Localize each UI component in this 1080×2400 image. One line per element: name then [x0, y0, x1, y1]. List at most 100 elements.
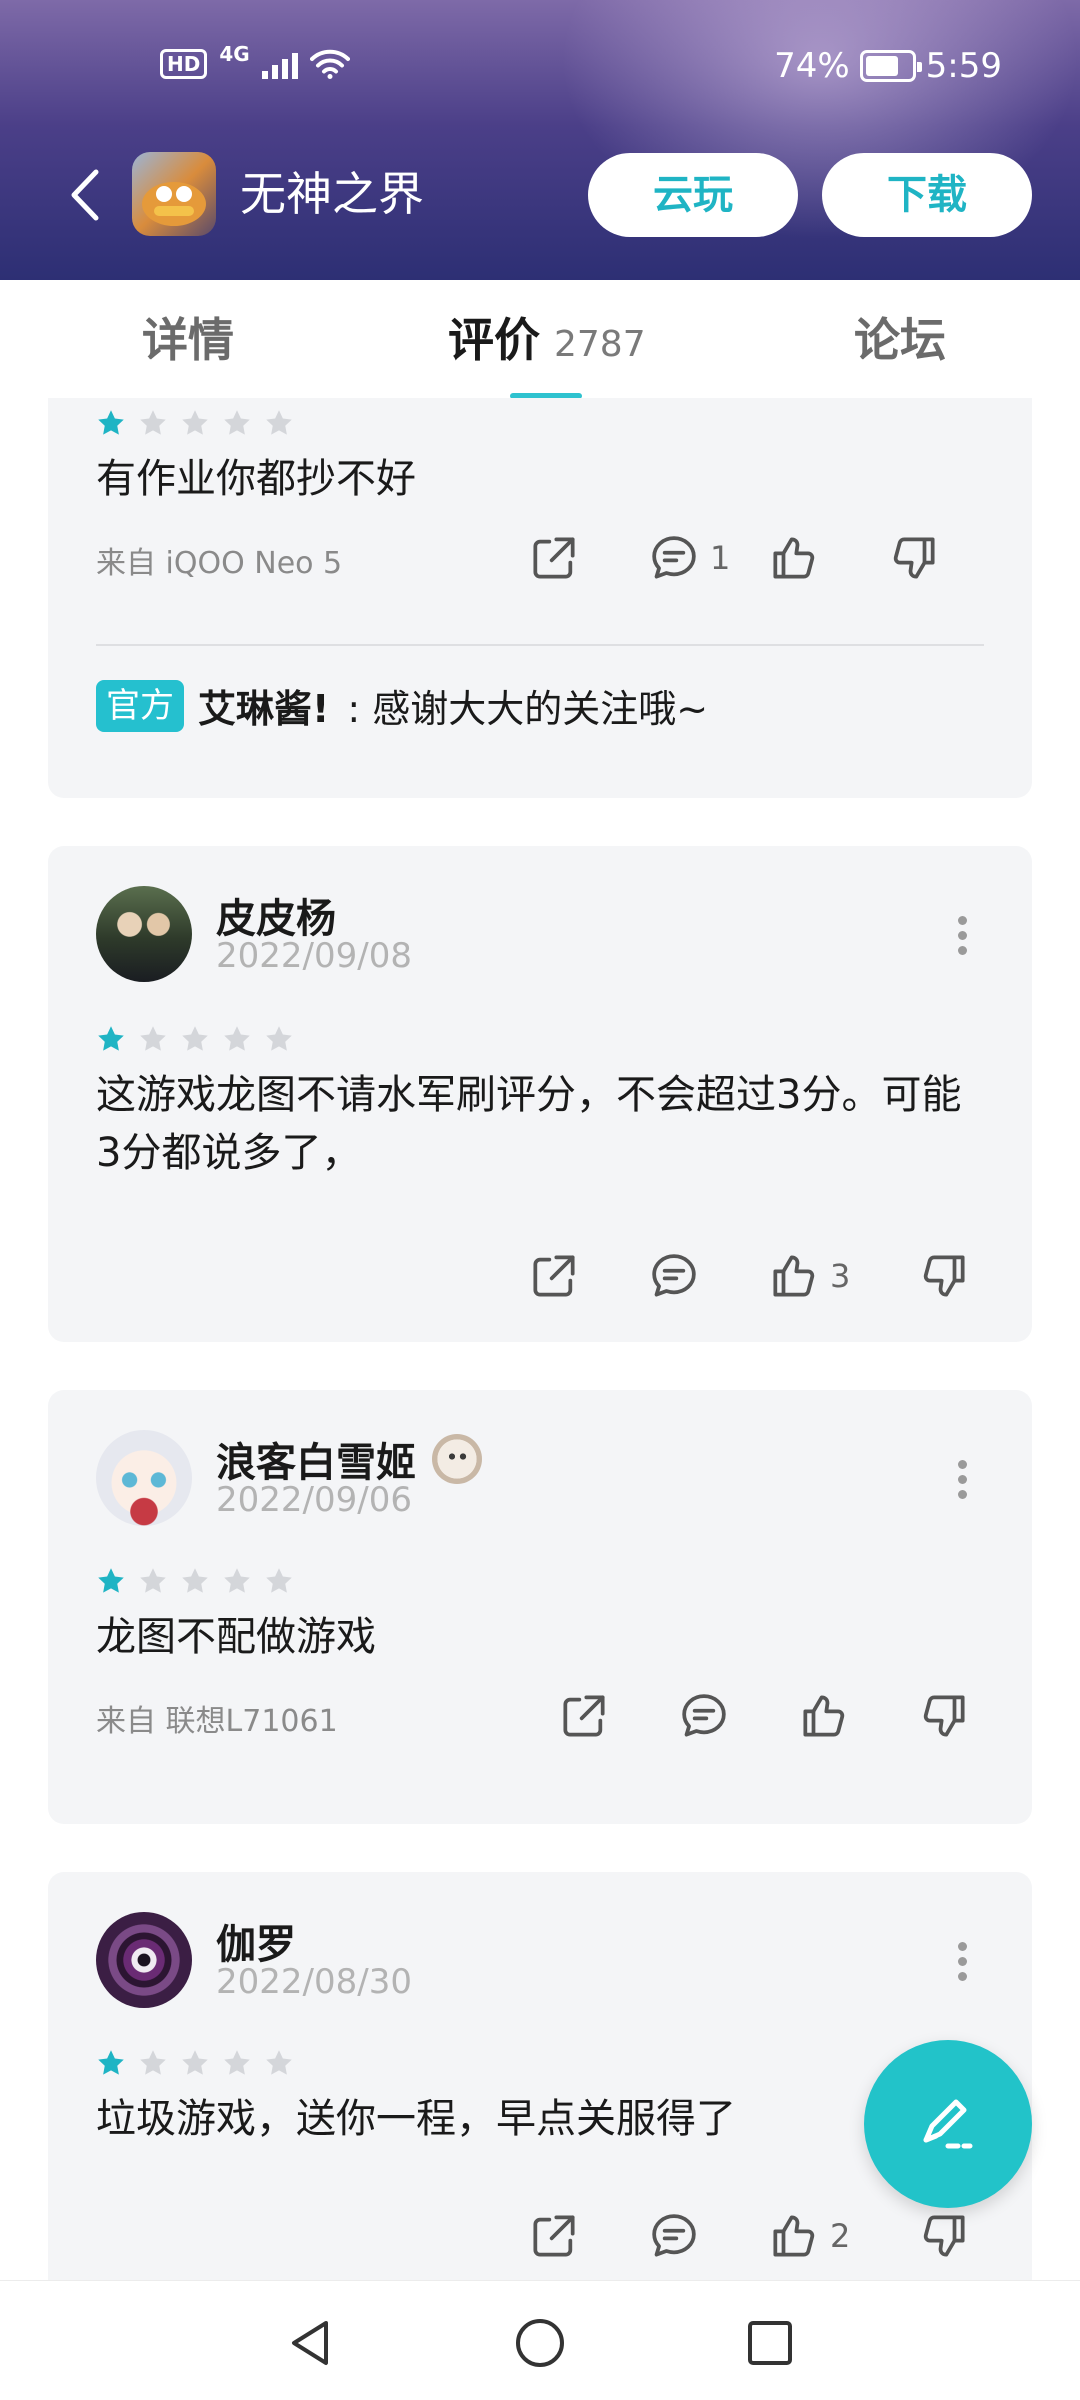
star-icon [180, 408, 210, 438]
tab-bar: 详情 评价 2787 论坛 [0, 280, 1080, 399]
avatar[interactable] [96, 1430, 192, 1526]
like-icon [796, 1688, 852, 1744]
clock: 5:59 [925, 46, 1002, 86]
comment-button[interactable] [646, 1246, 702, 1306]
share-button[interactable] [556, 1686, 612, 1746]
game-title: 无神之界 [240, 167, 424, 221]
star-icon [96, 1566, 126, 1596]
write-review-button[interactable] [864, 2040, 1032, 2208]
nav-recents-icon[interactable] [742, 2315, 798, 2371]
nav-home-icon[interactable] [512, 2315, 568, 2371]
share-button[interactable] [526, 528, 582, 588]
star-icon [180, 1566, 210, 1596]
battery-percent: 74% [774, 46, 850, 86]
star-icon [264, 408, 294, 438]
tab-details[interactable]: 详情 [142, 310, 234, 370]
battery-icon [859, 50, 922, 82]
user-badge-icon [432, 1434, 482, 1484]
review-text: 这游戏龙图不请水军刷评分，不会超过3分。可能3分都说多了， [96, 1072, 962, 1176]
more-icon[interactable] [956, 916, 968, 956]
network-type: 4G [219, 42, 250, 66]
share-icon [526, 530, 582, 586]
like-icon [766, 530, 822, 586]
official-reply[interactable]: 官方 艾琳酱! : 感谢大大的关注哦~ [96, 678, 708, 733]
app-header: HD 4G 74% 5:59 无神之界 云玩 下载 [0, 0, 1080, 280]
avatar[interactable] [96, 1912, 192, 2008]
star-icon [264, 1566, 294, 1596]
game-icon [132, 152, 216, 236]
like-button[interactable]: 2 [766, 2206, 850, 2266]
review-actions [48, 1686, 1032, 1746]
official-reply-text: : 感谢大大的关注哦~ [347, 687, 709, 731]
tab-reviews-label: 评价 [448, 313, 540, 367]
review-text: 垃圾游戏，送你一程，早点关服得了 [96, 2096, 736, 2142]
share-button[interactable] [526, 2206, 582, 2266]
star-icon [138, 1024, 168, 1054]
share-button[interactable] [526, 1246, 582, 1306]
back-icon[interactable] [62, 162, 112, 228]
reviews-count: 2787 [554, 324, 646, 365]
tab-reviews[interactable]: 评价 2787 [448, 310, 646, 375]
like-button[interactable] [796, 1686, 852, 1746]
dislike-button[interactable] [916, 1686, 972, 1746]
star-icon [222, 1566, 252, 1596]
download-button[interactable]: 下载 [822, 153, 1032, 237]
star-icon [96, 1024, 126, 1054]
review-card: 有作业你都抄不好 来自 iQOO Neo 5 1 官方 艾琳酱! : 感谢大大的… [48, 398, 1032, 798]
tab-forum[interactable]: 论坛 [854, 310, 946, 370]
star-icon [222, 2048, 252, 2078]
star-rating [96, 1566, 294, 1596]
dislike-button[interactable] [916, 1246, 972, 1306]
comment-button[interactable] [646, 2206, 702, 2266]
status-bar-right: 74% 5:59 [774, 46, 1002, 86]
review-text: 有作业你都抄不好 [96, 456, 416, 502]
more-icon[interactable] [956, 1460, 968, 1500]
like-button[interactable]: 3 [766, 1246, 850, 1306]
hd-badge: HD [160, 49, 208, 79]
star-icon [138, 1566, 168, 1596]
star-icon [96, 2048, 126, 2078]
star-icon [222, 408, 252, 438]
share-icon [556, 1688, 612, 1744]
cloud-play-button[interactable]: 云玩 [588, 153, 798, 237]
signal-icon [261, 49, 298, 79]
avatar[interactable] [96, 886, 192, 982]
star-icon [138, 2048, 168, 2078]
like-count: 3 [830, 1257, 851, 1295]
review-card: 皮皮杨 2022/09/08 这游戏龙图不请水军刷评分，不会超过3分。可能3分都… [48, 846, 1032, 1342]
star-icon [264, 1024, 294, 1054]
more-icon[interactable] [956, 1942, 968, 1982]
review-actions: 2 [48, 2206, 1032, 2266]
comment-button[interactable] [676, 1686, 732, 1746]
review-card: 浪客白雪姬 2022/09/06 龙图不配做游戏 来自 联想L71061 [48, 1390, 1032, 1824]
system-nav-bar [0, 2280, 1080, 2400]
review-actions: 3 [48, 1246, 1032, 1306]
comment-icon [646, 2208, 702, 2264]
star-icon [96, 408, 126, 438]
status-bar-left: HD 4G [160, 42, 350, 80]
star-icon [180, 2048, 210, 2078]
star-icon [264, 2048, 294, 2078]
like-button[interactable] [766, 528, 822, 588]
star-rating [96, 408, 294, 438]
star-icon [222, 1024, 252, 1054]
dislike-icon [916, 1248, 972, 1304]
like-icon [766, 1248, 822, 1304]
star-icon [138, 408, 168, 438]
reply-divider [96, 644, 984, 646]
nav-back-icon[interactable] [282, 2315, 338, 2371]
share-icon [526, 2208, 582, 2264]
dislike-button[interactable] [886, 528, 942, 588]
dislike-button[interactable] [916, 2206, 972, 2266]
like-count: 2 [830, 2217, 851, 2255]
comment-count: 1 [710, 539, 731, 577]
pen-icon [923, 2099, 973, 2149]
star-rating [96, 1024, 294, 1054]
review-list[interactable]: 有作业你都抄不好 来自 iQOO Neo 5 1 官方 艾琳酱! : 感谢大大的… [0, 398, 1080, 2280]
comment-button[interactable]: 1 [646, 528, 730, 588]
dislike-icon [886, 530, 942, 586]
star-rating [96, 2048, 294, 2078]
status-bar: HD 4G 74% 5:59 [0, 0, 1080, 140]
official-badge: 官方 [96, 679, 184, 732]
comment-icon [646, 1248, 702, 1304]
